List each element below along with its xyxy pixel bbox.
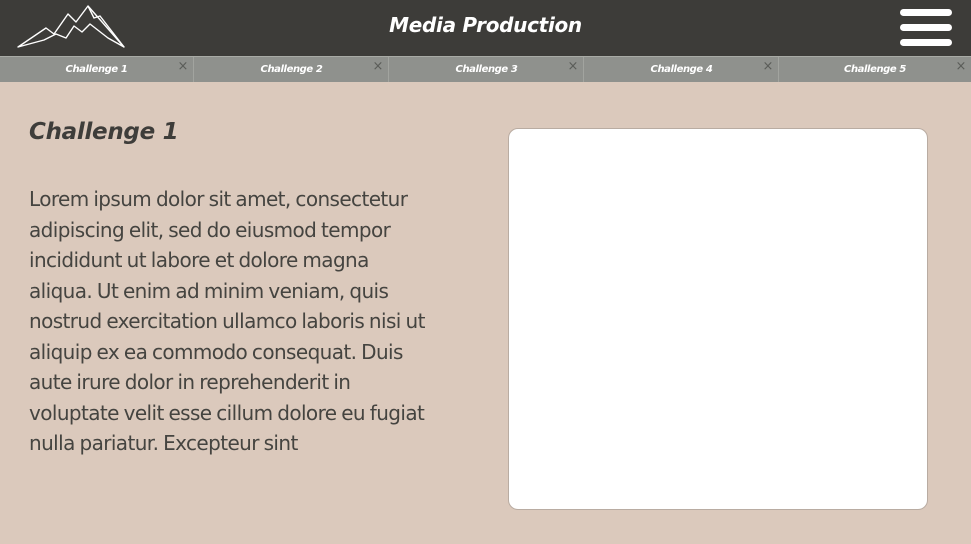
tab-label: Challenge 3 xyxy=(455,64,518,75)
tab-challenge-2[interactable]: Challenge 2 × xyxy=(195,57,389,82)
close-icon[interactable]: × xyxy=(177,60,189,73)
app-header: Media Production xyxy=(0,0,971,56)
tab-label: Challenge 4 xyxy=(650,64,713,75)
close-icon[interactable]: × xyxy=(955,60,967,73)
menu-bar-bottom xyxy=(900,39,952,46)
menu-bar-middle xyxy=(900,24,952,31)
tab-challenge-3[interactable]: Challenge 3 × xyxy=(390,57,584,82)
tab-bar: Challenge 1 × Challenge 2 × Challenge 3 … xyxy=(0,56,971,82)
hamburger-menu-icon[interactable] xyxy=(898,8,954,48)
page-title: Challenge 1 xyxy=(29,119,179,145)
tab-challenge-4[interactable]: Challenge 4 × xyxy=(585,57,779,82)
tab-challenge-1[interactable]: Challenge 1 × xyxy=(0,57,194,82)
close-icon[interactable]: × xyxy=(372,60,384,73)
tab-label: Challenge 1 xyxy=(65,64,128,75)
media-panel[interactable] xyxy=(508,128,928,510)
menu-bar-top xyxy=(900,9,952,16)
tab-label: Challenge 5 xyxy=(844,64,906,75)
tab-challenge-5[interactable]: Challenge 5 × xyxy=(779,57,971,82)
close-icon[interactable]: × xyxy=(762,60,774,73)
tab-label: Challenge 2 xyxy=(260,64,323,75)
app-title: Media Production xyxy=(389,13,582,37)
close-icon[interactable]: × xyxy=(567,60,579,73)
challenge-description: Lorem ipsum dolor sit amet, consectetur … xyxy=(29,187,425,455)
